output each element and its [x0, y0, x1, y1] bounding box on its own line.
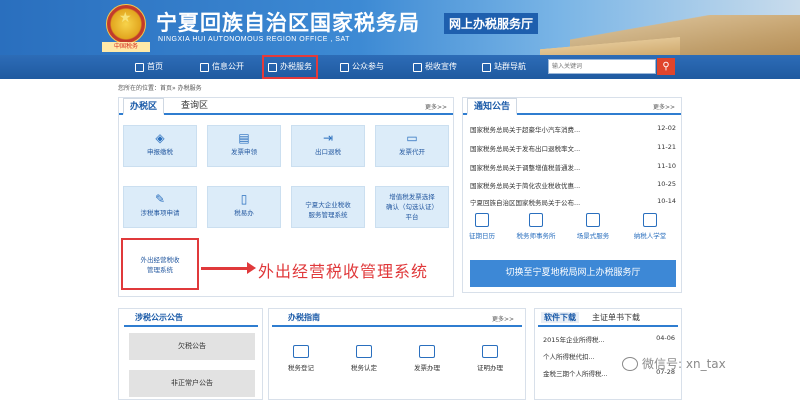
notice-item[interactable]: 宁夏回族自治区国家税务局关于公布... 10-14	[470, 197, 676, 207]
export-icon: ⇥	[322, 131, 334, 145]
quick-taxpayer-school[interactable]: 纳税人学堂	[626, 213, 674, 240]
divider	[124, 325, 258, 327]
nav-tax-publicity[interactable]: 税收宣传	[413, 55, 457, 79]
printer-icon: ▭	[406, 131, 418, 145]
site-title: 宁夏回族自治区国家税务局	[156, 11, 420, 35]
quick-tax-firms[interactable]: 税务师事务所	[510, 213, 562, 240]
notice-title: 通知公告	[467, 98, 518, 115]
search-icon: ⚲	[662, 61, 670, 72]
notice-more-link[interactable]: 更多>>	[653, 102, 675, 111]
divider	[538, 325, 678, 327]
guide-certificate[interactable]: 证明办理	[465, 345, 515, 372]
home-icon	[135, 62, 144, 72]
invoice-icon: ▤	[238, 131, 250, 145]
school-icon	[643, 213, 657, 227]
annotation-text: 外出经营税收管理系统	[258, 262, 429, 281]
tile-export-refund[interactable]: ⇥ 出口退税	[291, 125, 365, 167]
tile-tax-matter-apply[interactable]: ✎ 涉税事项申请	[123, 186, 197, 228]
nav-tax-service[interactable]: 办税服务	[262, 55, 318, 79]
annotation-arrow-head	[247, 262, 256, 274]
notice-item[interactable]: 国家税务总局关于发布出口退税率文... 11-21	[470, 143, 676, 153]
tax-icon: ◈	[155, 131, 165, 145]
national-emblem-icon: ★	[106, 4, 146, 44]
breadcrumb: 您所在的位置：首页» 办税服务	[118, 85, 202, 92]
tile-invoice-apply[interactable]: ▤ 发票申领	[207, 125, 281, 167]
document-icon	[200, 62, 209, 72]
notice-item[interactable]: 国家税务总局关于简化农业税收优惠... 10-25	[470, 180, 676, 190]
quick-scene-service[interactable]: 场景式服务	[570, 213, 616, 240]
edit-icon: ✎	[154, 192, 166, 206]
tile-outbound-management[interactable]: 外出经营税收 管理系统	[121, 238, 199, 290]
calendar-icon	[475, 213, 489, 227]
guide-invoice[interactable]: 发票办理	[402, 345, 452, 372]
certify-icon	[356, 345, 372, 358]
tab-service-area[interactable]: 办税区	[123, 98, 165, 115]
wechat-icon	[622, 356, 638, 371]
printer-icon	[419, 345, 435, 358]
globe-icon	[482, 62, 491, 72]
tile-declare-tax[interactable]: ◈ 申报缴税	[123, 125, 197, 167]
notice-item[interactable]: 国家税务总局关于超豪华小汽车消费... 12-02	[470, 124, 676, 134]
emblem-caption: 中国税务	[102, 42, 150, 52]
scene-icon	[586, 213, 600, 227]
abnormal-household-notice-button[interactable]: 非正常户公告	[129, 370, 255, 397]
nav-home[interactable]: 首页	[135, 55, 163, 79]
nav-info-public[interactable]: 信息公开	[200, 55, 244, 79]
nav-public-participation[interactable]: 公众参与	[340, 55, 384, 79]
tax-arrears-notice-button[interactable]: 欠税公告	[129, 333, 255, 360]
switch-local-tax-button[interactable]: 切换至宁夏地税局网上办税服务厅	[470, 260, 676, 287]
tile-invoice-issue[interactable]: ▭ 发票代开	[375, 125, 449, 167]
more-link[interactable]: 更多>>	[425, 102, 447, 111]
building-icon	[529, 213, 543, 227]
site-title-en: NINGXIA HUI AUTONOMOUS REGION OFFICE , S…	[158, 36, 350, 43]
book-icon	[413, 62, 422, 72]
stamp-icon	[482, 345, 498, 358]
tax-public-title: 涉税公示公告	[135, 313, 183, 322]
tile-tax-easy[interactable]: ▯ 税易办	[207, 186, 281, 228]
nav-site-navigation[interactable]: 站群导航	[482, 55, 526, 79]
edit-icon	[268, 62, 277, 72]
tab-certificate-download[interactable]: 主证单书下载	[592, 312, 640, 323]
software-item[interactable]: 2015年企业所得税... 04-06	[543, 334, 675, 344]
wechat-watermark: 微信号: xn_tax	[622, 355, 726, 372]
guide-tax-certification[interactable]: 税务认定	[339, 345, 389, 372]
guide-tax-registration[interactable]: 税务登记	[276, 345, 326, 372]
main-nav	[0, 55, 800, 79]
guide-more-link[interactable]: 更多>>	[492, 314, 514, 323]
tile-large-enterprise[interactable]: 宁夏大企业税收 服务管理系统	[291, 186, 365, 228]
tab-software-download[interactable]: 软件下载	[541, 312, 579, 323]
banner-dune-2	[540, 37, 680, 55]
annotation-arrow	[201, 267, 249, 270]
tab-query-area[interactable]: 查询区	[175, 98, 214, 115]
register-icon	[293, 345, 309, 358]
people-icon	[340, 62, 349, 72]
phone-icon: ▯	[240, 192, 248, 206]
notice-item[interactable]: 国家税务总局关于调整增值税普通发... 11-10	[470, 162, 676, 172]
search-input[interactable]: 输入关键词	[548, 59, 656, 74]
divider	[272, 325, 522, 327]
guide-title: 办税指南	[288, 313, 320, 322]
search-button[interactable]: ⚲	[657, 58, 675, 75]
tile-vat-confirm[interactable]: 增值税发票选择 确认（勾选认证） 平台	[375, 186, 449, 228]
online-hall-label: 网上办税服务厅	[444, 13, 539, 34]
quick-tax-calendar[interactable]: 征期日历	[462, 213, 502, 240]
